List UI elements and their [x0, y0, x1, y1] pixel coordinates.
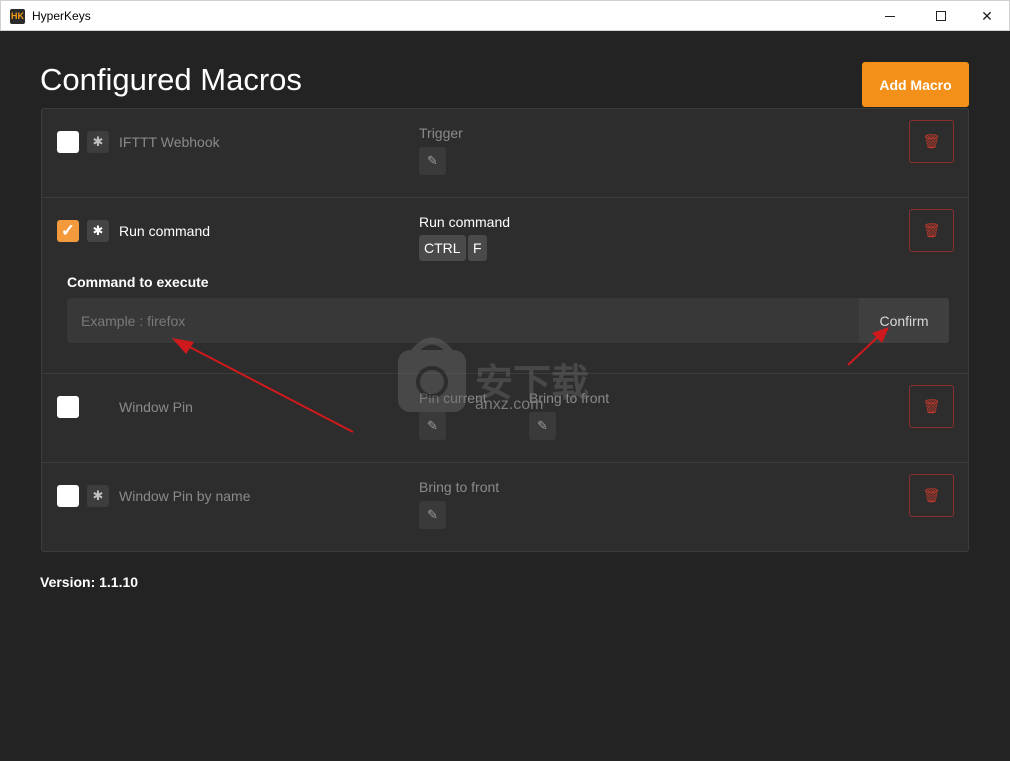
macro-row: Window Pin Pin current Bring to front ✎ … — [42, 374, 968, 463]
macro-name: IFTTT Webhook — [119, 134, 220, 150]
delete-macro-button[interactable]: 🗑 — [909, 474, 954, 517]
gear-icon[interactable]: ✱ — [87, 131, 109, 153]
app-logo-icon: HK — [10, 9, 25, 24]
close-button[interactable]: ✕ — [964, 1, 1010, 31]
pencil-icon: ✎ — [427, 153, 438, 168]
macro-enable-checkbox[interactable] — [57, 131, 79, 153]
watermark-text: anxz.com — [475, 396, 544, 413]
shortcut-key: F — [468, 235, 487, 261]
delete-macro-button[interactable]: 🗑 — [909, 209, 954, 252]
macro-enable-checkbox[interactable] — [57, 396, 79, 418]
minimize-button[interactable] — [867, 1, 913, 31]
trash-icon: 🗑 — [922, 222, 941, 238]
trigger-label: Bring to front — [419, 479, 500, 495]
trash-icon: 🗑 — [922, 133, 941, 149]
gear-icon[interactable]: ✱ — [87, 220, 109, 242]
macro-row: ✓ ✱ Run command Run command CTRL F 🗑 Com… — [42, 198, 968, 374]
gear-icon[interactable]: ✱ — [87, 485, 109, 507]
trigger-label: Run command — [419, 214, 511, 230]
trash-icon: 🗑 — [922, 487, 941, 503]
edit-trigger-button[interactable]: ✎ — [529, 412, 556, 440]
trash-icon: 🗑 — [922, 398, 941, 414]
window-titlebar: HK HyperKeys ✕ — [0, 0, 1010, 31]
command-input-group: Confirm — [67, 298, 949, 343]
shortcut-key: CTRL — [419, 235, 466, 261]
macro-enable-checkbox[interactable]: ✓ — [57, 220, 79, 242]
pencil-icon: ✎ — [537, 418, 548, 433]
macro-row: ✱ IFTTT Webhook Trigger ✎ 🗑 — [42, 109, 968, 198]
macro-list: ✱ IFTTT Webhook Trigger ✎ 🗑 ✓ ✱ Run comm… — [41, 108, 969, 552]
pencil-icon: ✎ — [427, 507, 438, 522]
edit-trigger-button[interactable]: ✎ — [419, 147, 446, 175]
minimize-icon — [885, 15, 895, 17]
version-label: Version: 1.1.10 — [40, 574, 139, 590]
macro-name: Window Pin by name — [119, 488, 251, 504]
edit-trigger-button[interactable]: ✎ — [419, 501, 446, 529]
maximize-icon — [936, 11, 946, 21]
pencil-icon: ✎ — [427, 418, 438, 433]
macro-enable-checkbox[interactable] — [57, 485, 79, 507]
macro-row: ✱ Window Pin by name Bring to front ✎ 🗑 — [42, 463, 968, 551]
edit-trigger-button[interactable]: ✎ — [419, 412, 446, 440]
command-label: Command to execute — [67, 274, 209, 290]
delete-macro-button[interactable]: 🗑 — [909, 385, 954, 428]
confirm-button[interactable]: Confirm — [859, 298, 949, 343]
close-icon: ✕ — [981, 7, 993, 24]
macro-name: Run command — [119, 223, 211, 239]
add-macro-button[interactable]: Add Macro — [862, 62, 969, 107]
command-input[interactable] — [67, 298, 857, 343]
trigger-label: Trigger — [419, 125, 463, 141]
delete-macro-button[interactable]: 🗑 — [909, 120, 954, 163]
window-title: HyperKeys — [32, 9, 91, 23]
maximize-button[interactable] — [918, 1, 964, 31]
macro-name: Window Pin — [119, 399, 193, 415]
page-title: Configured Macros — [40, 62, 302, 97]
